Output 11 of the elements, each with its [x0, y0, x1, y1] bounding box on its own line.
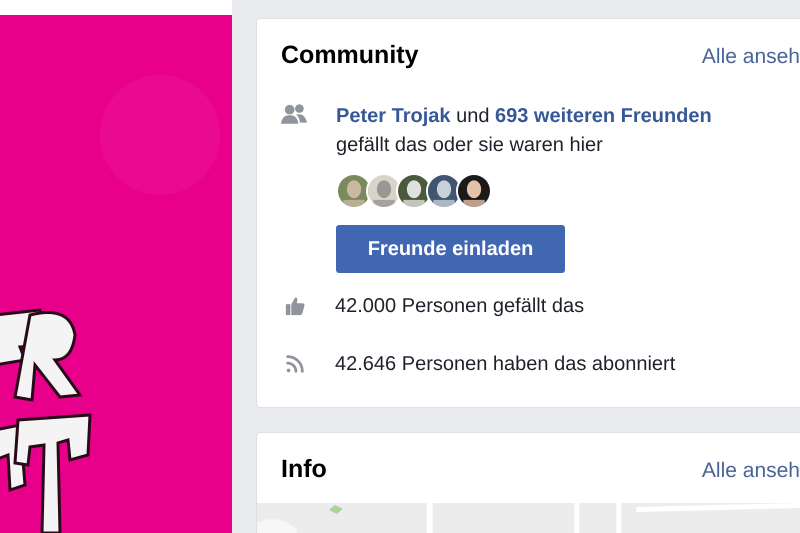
card-title: Info — [281, 454, 327, 485]
stat-text: 42.646 Personen haben das abonniert — [335, 352, 676, 376]
friends-text: Peter Trojak und 693 weiteren Freunden — [336, 104, 712, 128]
see-all-link[interactable]: Alle anseh — [702, 41, 800, 72]
invite-friends-button[interactable]: Freunde einladen — [336, 224, 565, 272]
friends-icon — [281, 102, 307, 124]
thumbs-up-icon — [283, 294, 307, 316]
stat-text: 42.000 Personen gefällt das — [335, 294, 584, 318]
friends-subtext: gefällt das oder sie waren hier — [336, 132, 604, 158]
card-title: Community — [281, 40, 418, 71]
see-all-link[interactable]: Alle anseh — [702, 455, 800, 486]
